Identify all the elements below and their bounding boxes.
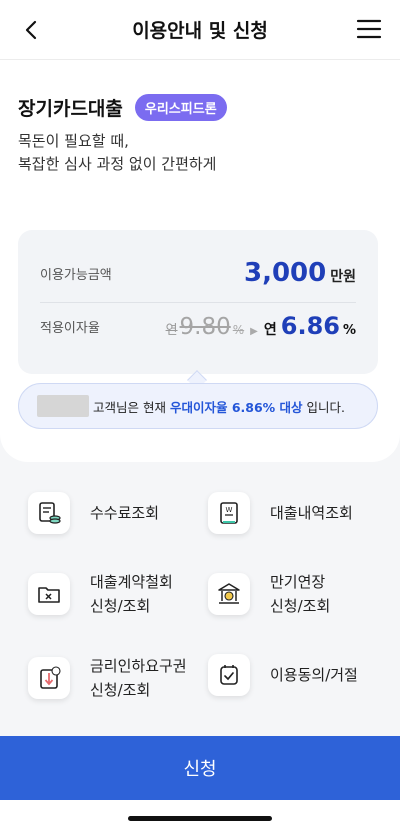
loan-document-icon: W — [208, 492, 250, 534]
app-header: 이용안내 및 신청 — [0, 0, 400, 60]
bank-building-icon — [208, 573, 250, 615]
rate-row: 적용이자율 연 9.80 % ▶ 연 6.86 % — [40, 312, 356, 340]
product-description: 목돈이 필요할 때, 복잡한 심사 과정 없이 간편하게 — [18, 130, 216, 176]
loan-history-label: 대출내역조회 — [270, 504, 353, 522]
maturity-extension-label: 만기연장 신청/조회 — [270, 570, 330, 618]
consent-label: 이용동의/거절 — [270, 666, 358, 684]
limit-amount: 3,000 — [243, 258, 327, 288]
new-rate-value: 6.86 — [280, 312, 340, 340]
rate-cut-line-1: 금리인하요구권 — [90, 657, 187, 675]
old-rate-prefix: 연 — [165, 323, 178, 338]
rate-cut-line-2: 신청/조회 — [90, 681, 151, 699]
rate-label: 적용이자율 — [40, 320, 100, 336]
contract-withdrawal-line-1: 대출계약철회 — [90, 573, 173, 591]
rate-value: 연 9.80 % ▶ 연 6.86 % — [166, 312, 356, 340]
menu-loan-history[interactable]: W 대출내역조회 — [208, 492, 353, 534]
contract-withdrawal-label: 대출계약철회 신청/조회 — [90, 570, 173, 618]
product-summary-card: 장기카드대출 우리스피드론 목돈이 필요할 때, 복잡한 심사 과정 없이 간편… — [0, 60, 400, 462]
home-indicator-area — [0, 800, 400, 831]
menu-maturity-extension[interactable]: 만기연장 신청/조회 — [208, 570, 330, 618]
fee-inquiry-label: 수수료조회 — [90, 504, 160, 522]
product-badge: 우리스피드론 — [134, 94, 227, 121]
fee-receipt-icon — [28, 492, 70, 534]
new-rate-prefix: 연 — [263, 322, 277, 338]
svg-text:W: W — [226, 506, 233, 514]
masked-customer-name — [37, 395, 89, 417]
contract-withdrawal-line-2: 신청/조회 — [90, 597, 151, 615]
maturity-extension-line-1: 만기연장 — [270, 573, 326, 591]
apply-button[interactable]: 신청 — [0, 736, 400, 800]
menu-fee-inquiry[interactable]: 수수료조회 — [28, 492, 159, 534]
notice-text-after: 입니다. — [306, 399, 346, 415]
old-rate-unit: % — [232, 323, 245, 337]
menu-rate-cut-request[interactable]: 금리인하요구권 신청/조회 — [28, 654, 187, 702]
limit-label: 이용가능금액 — [40, 267, 112, 283]
menu-button[interactable] — [356, 18, 382, 40]
menu-consent[interactable]: 이용동의/거절 — [208, 654, 358, 696]
menu-contract-withdrawal[interactable]: 대출계약철회 신청/조회 — [28, 570, 173, 618]
notice-text-before: 고객님은 현재 — [93, 399, 166, 415]
rate-down-icon — [28, 657, 70, 699]
limit-unit: 만원 — [330, 269, 356, 285]
desc-line-2: 복잡한 심사 과정 없이 간편하게 — [18, 155, 217, 173]
new-rate-unit: % — [342, 323, 356, 338]
checkbox-clipboard-icon — [208, 654, 250, 696]
desc-line-1: 목돈이 필요할 때, — [18, 132, 129, 150]
page-title: 이용안내 및 신청 — [132, 20, 268, 42]
hamburger-menu-icon — [356, 19, 382, 39]
loan-info-box: 이용가능금액 3,000 만원 적용이자율 연 9.80 % ▶ 연 6.86 … — [18, 230, 378, 374]
info-divider — [40, 302, 356, 303]
preferential-rate-notice: 고객님은 현재 우대이자율 6.86% 대상 입니다. — [18, 383, 378, 429]
limit-value: 3,000 만원 — [244, 258, 356, 288]
limit-row: 이용가능금액 3,000 만원 — [40, 258, 356, 288]
product-name: 장기카드대출 — [18, 98, 123, 120]
rate-cut-label: 금리인하요구권 신청/조회 — [90, 654, 187, 702]
service-menu-grid: 수수료조회 W 대출내역조회 대출계약철회 신청/조회 만기연장 신청/조회 금… — [0, 470, 400, 730]
old-rate-value: 9.80 — [179, 314, 231, 340]
home-indicator — [128, 816, 272, 821]
back-button[interactable] — [18, 16, 46, 44]
folder-cancel-icon — [28, 573, 70, 615]
triangle-right-icon: ▶ — [250, 326, 258, 337]
chevron-left-icon — [25, 20, 37, 40]
notice-highlight: 우대이자율 6.86% 대상 — [169, 399, 303, 415]
product-header: 장기카드대출 우리스피드론 — [18, 94, 227, 121]
maturity-extension-line-2: 신청/조회 — [270, 597, 331, 615]
